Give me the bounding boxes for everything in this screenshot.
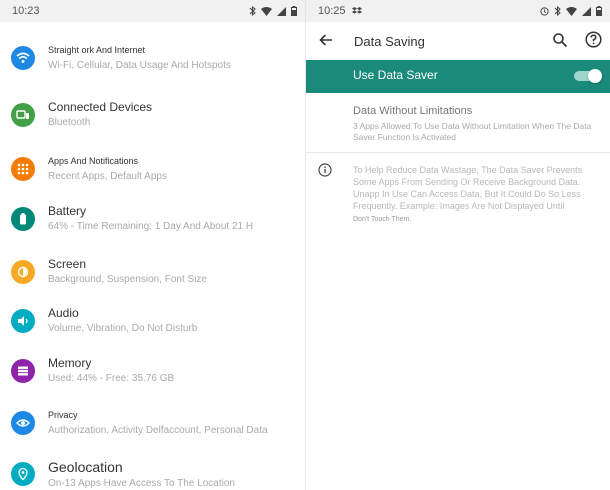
use-data-saver-label: Use Data Saver	[353, 68, 438, 82]
setting-title: Audio	[48, 306, 79, 320]
bluetooth-icon	[554, 6, 561, 16]
info-tail: Don't Touch Them.	[353, 216, 412, 223]
setting-network[interactable]: Straight ork And Internet Wi-Fi, Cellula…	[0, 36, 305, 86]
setting-subtitle: Recent Apps, Default Apps	[48, 171, 167, 182]
setting-memory[interactable]: Memory Used: 44% - Free: 35.76 GB	[0, 349, 305, 399]
setting-title: Geolocation	[48, 459, 123, 475]
connected-devices-icon	[11, 103, 35, 127]
alarm-icon	[540, 6, 549, 16]
setting-subtitle: Used: 44% - Free: 35.76 GB	[48, 373, 175, 384]
setting-battery[interactable]: Battery 64% - Time Remaining: 1 Day And …	[0, 197, 305, 247]
setting-subtitle: Volume, Vibration, Do Not Disturb	[48, 323, 198, 334]
volume-icon	[11, 309, 35, 333]
app-bar: Data Saving	[306, 22, 610, 60]
setting-audio[interactable]: Audio Volume, Vibration, Do Not Disturb	[0, 299, 305, 349]
status-bar: 10:23	[0, 0, 305, 22]
setting-title: Apps And Notifications	[48, 156, 139, 166]
unrestricted-data-title: Data Without Limitations	[353, 105, 473, 117]
setting-geolocation[interactable]: Geolocation On-13 Apps Have Access To Th…	[0, 452, 305, 490]
wifi-status-icon	[566, 6, 577, 16]
settings-panel: 10:23 Straight ork And Internet Wi-Fi, C…	[0, 0, 305, 490]
help-icon[interactable]	[585, 31, 602, 48]
setting-title: Memory	[48, 356, 92, 370]
setting-connected-devices[interactable]: Connected Devices Bluetooth	[0, 93, 305, 143]
info-icon	[318, 163, 332, 177]
data-saver-switch-knob[interactable]	[588, 69, 602, 83]
brightness-icon	[11, 260, 35, 284]
setting-subtitle: Wi-Fi, Cellular, Data Usage And Hotspots	[48, 60, 231, 71]
setting-subtitle: Bluetooth	[48, 117, 91, 128]
use-data-saver-row[interactable]: Use Data Saver	[306, 60, 610, 93]
status-time: 10:23	[12, 5, 40, 17]
section-divider	[306, 152, 610, 153]
bluetooth-icon	[249, 6, 256, 16]
setting-subtitle: On-13 Apps Have Access To The Location	[48, 478, 235, 489]
wifi-icon	[11, 46, 35, 70]
status-icons	[249, 6, 297, 16]
setting-title: Screen	[48, 257, 87, 271]
battery-status-icon	[596, 6, 602, 16]
data-saver-info-text: To Help Reduce Data Wastage, The Data Sa…	[353, 164, 603, 226]
signal-icon	[582, 6, 591, 16]
signal-icon	[277, 6, 286, 16]
setting-apps-notifications[interactable]: Apps And Notifications Recent Apps, Defa…	[0, 147, 305, 197]
apps-grid-icon	[11, 157, 35, 181]
wifi-status-icon	[261, 6, 272, 16]
setting-subtitle: 64% - Time Remaining: 1 Day And About 21…	[48, 221, 254, 232]
unrestricted-data-subtitle: 3 Apps Allowed To Use Data Without Limit…	[353, 121, 592, 142]
setting-title: Battery	[48, 204, 87, 218]
status-bar: 10:25	[306, 0, 610, 22]
dropbox-icon	[351, 7, 362, 14]
info-body: To Help Reduce Data Wastage, The Data Sa…	[353, 165, 583, 211]
page-title: Data Saving	[354, 34, 425, 49]
status-time: 10:25	[318, 5, 346, 17]
data-saving-panel: 10:25 Data Saving Use Data Saver Data Wi…	[306, 0, 610, 490]
battery-status-icon	[291, 6, 297, 16]
setting-subtitle: Background, Suspension, Font Size	[48, 274, 207, 285]
battery-icon	[11, 207, 35, 231]
setting-subtitle: Authorization, Activity Delfaccount, Per…	[48, 425, 268, 436]
setting-title: Privacy	[48, 410, 78, 420]
privacy-eye-icon	[11, 411, 35, 435]
setting-screen[interactable]: Screen Background, Suspension, Font Size	[0, 250, 305, 300]
back-arrow-icon[interactable]	[318, 32, 334, 48]
setting-privacy[interactable]: Privacy Authorization, Activity Delfacco…	[0, 401, 305, 451]
storage-icon	[11, 359, 35, 383]
search-icon[interactable]	[552, 32, 568, 48]
status-icons	[540, 6, 602, 16]
location-pin-icon	[11, 462, 35, 486]
setting-title: Connected Devices	[48, 100, 153, 114]
setting-title: Straight ork And Internet	[48, 45, 146, 55]
